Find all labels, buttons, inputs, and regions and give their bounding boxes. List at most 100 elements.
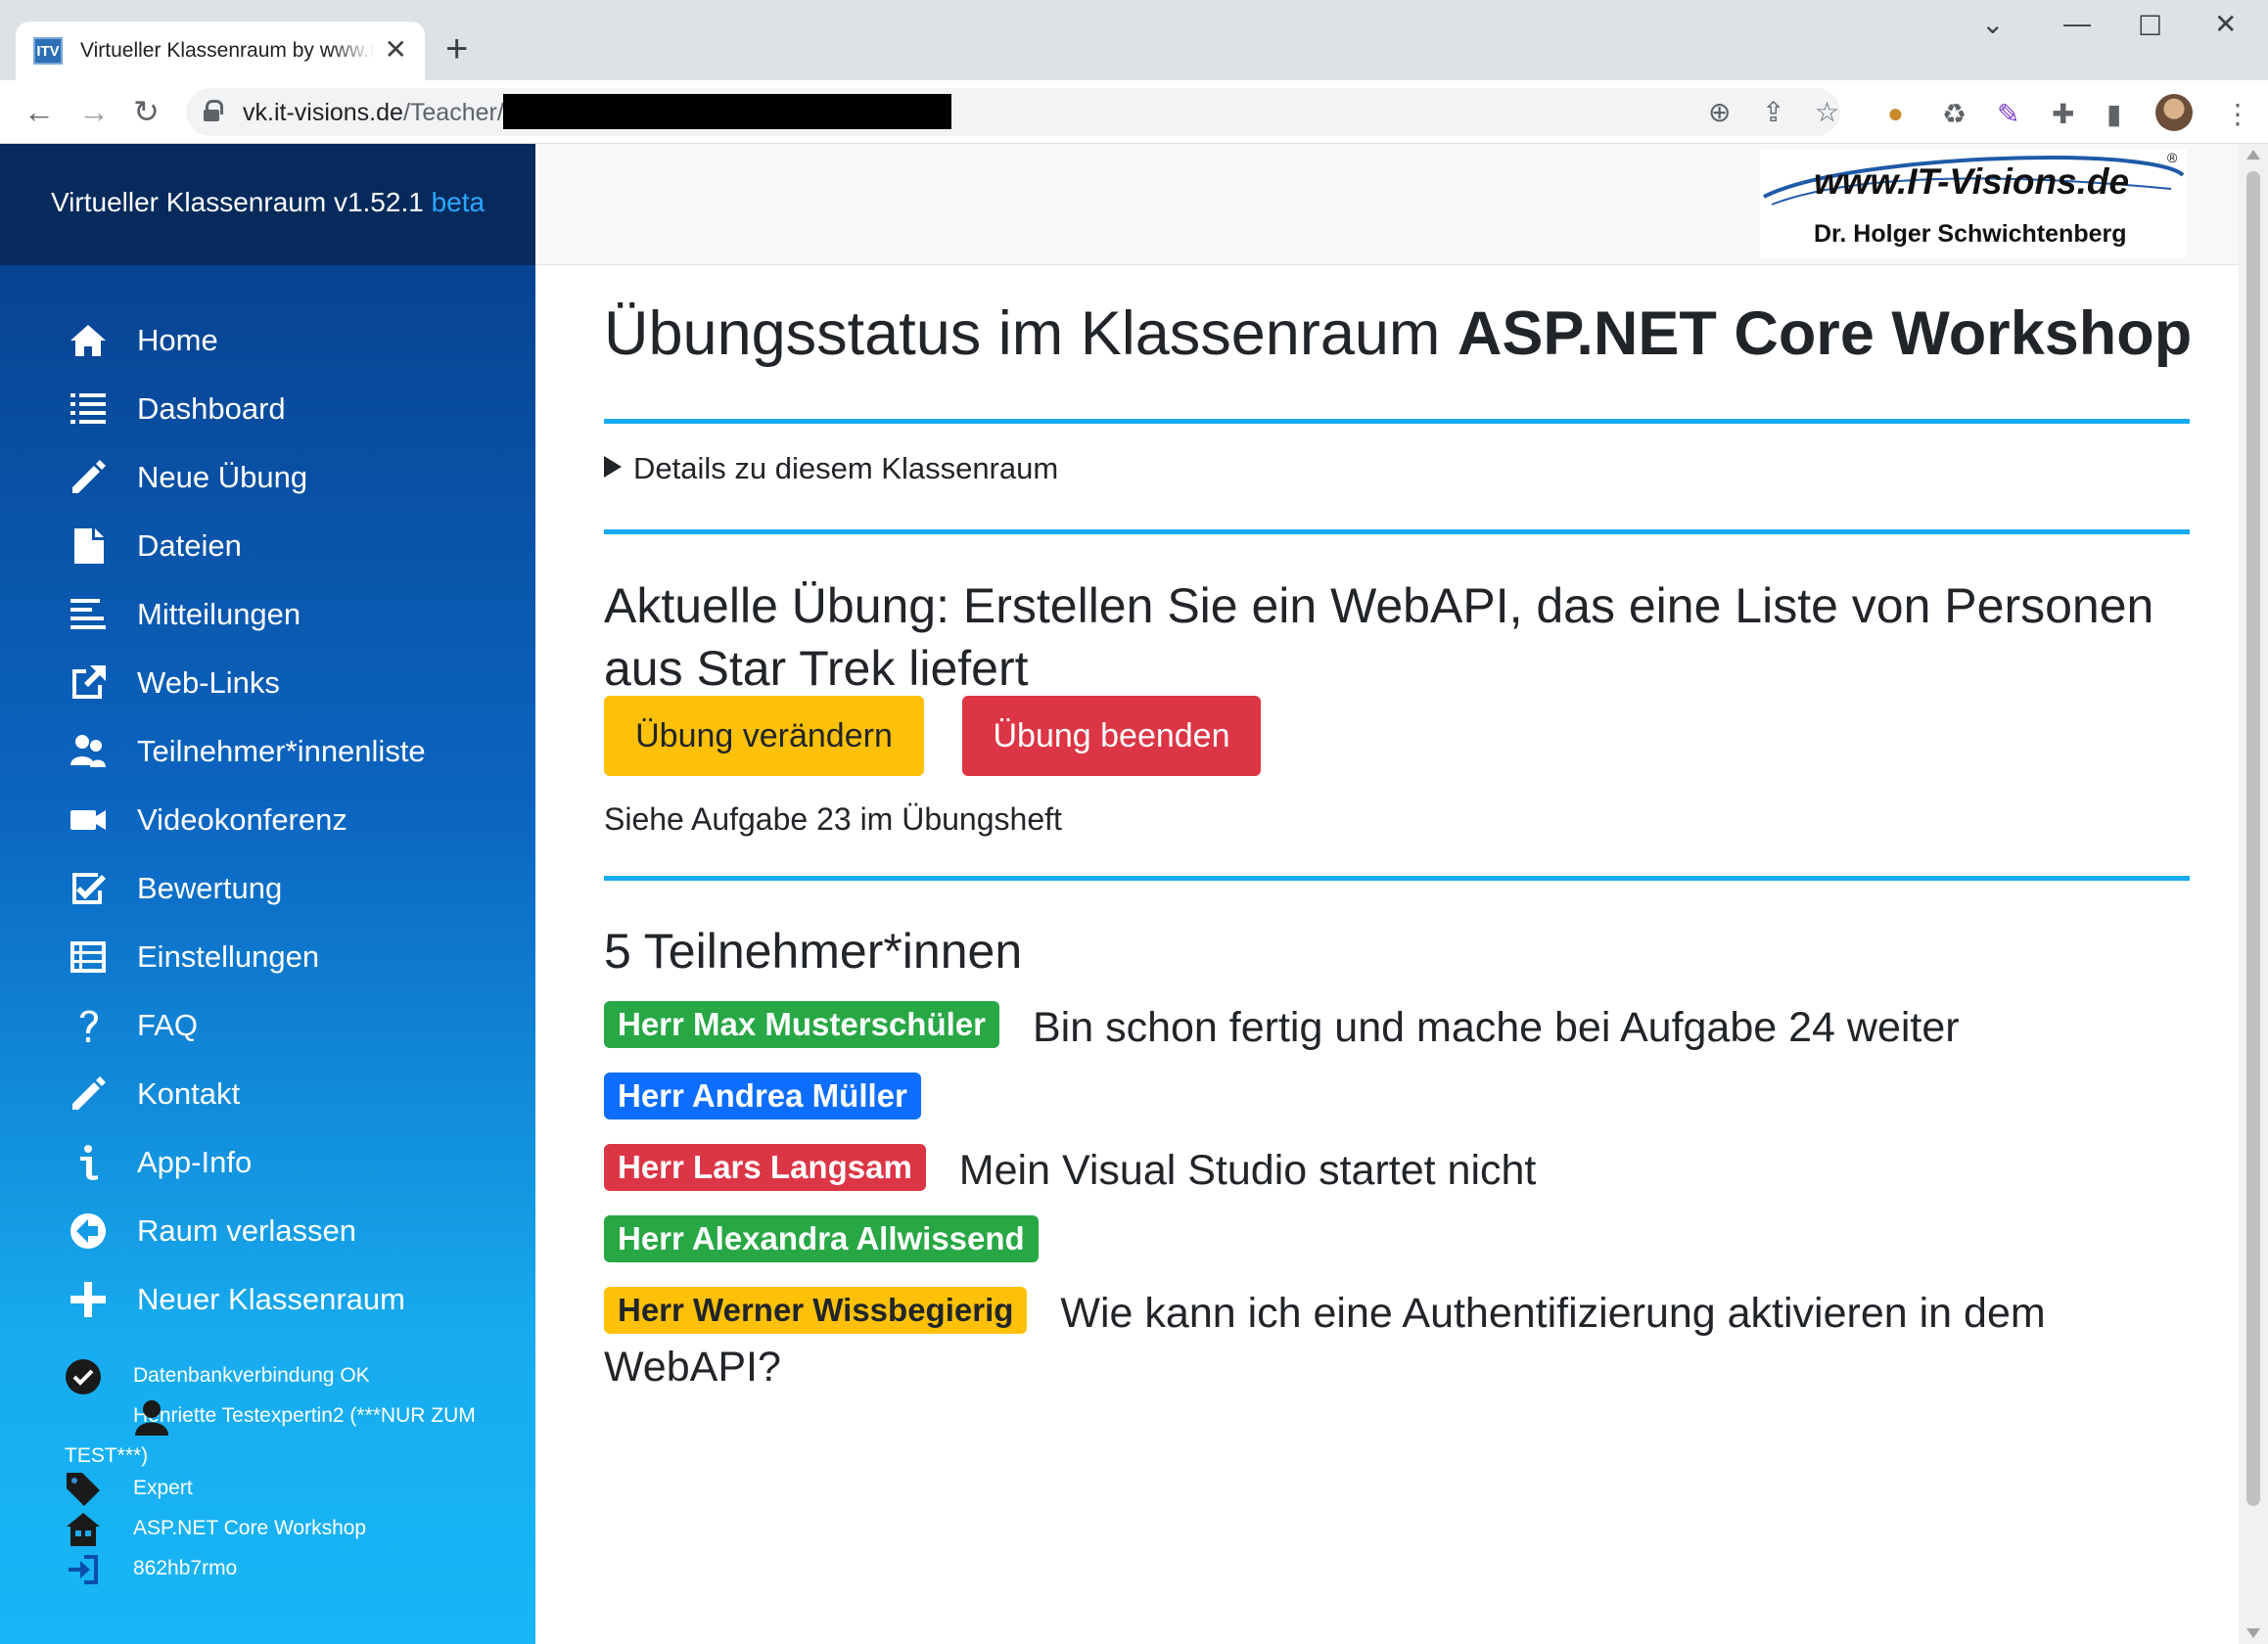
sidebar-item-new-room[interactable]: Neuer Klassenraum — [0, 1265, 535, 1334]
sidebar-item-weblinks[interactable]: Web-Links — [0, 649, 535, 717]
pencil-icon — [67, 1073, 110, 1116]
participant-message: Bin schon fertig und mache bei Aufgabe 2… — [1032, 1004, 1960, 1051]
sidebar-nav: Home Dashboard Neue Übung Dateien Mittei… — [0, 306, 535, 1334]
sidebar-item-rating[interactable]: Bewertung — [0, 854, 535, 923]
participant-message: Mein Visual Studio startet nicht — [958, 1147, 1537, 1194]
side-panel-icon[interactable]: ▮ — [2106, 98, 2121, 130]
plus-icon — [67, 1278, 110, 1321]
sidebar-header: Virtueller Klassenraum v1.52.1 beta — [0, 144, 535, 265]
exercise-hint: Siehe Aufgabe 23 im Übungsheft — [604, 801, 1062, 837]
brand-beta: beta — [431, 187, 486, 217]
logo-registered-mark: ® — [2167, 150, 2178, 165]
external-link-icon — [67, 662, 110, 705]
profile-avatar[interactable] — [2155, 94, 2193, 131]
sidebar-item-contact[interactable]: Kontakt — [0, 1060, 535, 1128]
sidebar-item-label: Einstellungen — [137, 939, 320, 974]
scroll-down-arrow-icon[interactable] — [2246, 1628, 2260, 1638]
back-arrow-icon[interactable]: ← — [23, 94, 55, 129]
tab-close-icon[interactable]: ✕ — [385, 33, 407, 66]
lock-icon — [204, 100, 223, 121]
sidebar-item-app-info[interactable]: App-Info — [0, 1128, 535, 1197]
maximize-icon[interactable]: ☐ — [2138, 10, 2162, 42]
sidebar-item-label: FAQ — [137, 1008, 199, 1042]
recycle-extension-icon[interactable]: ♻ — [1942, 98, 1967, 130]
page-scrollbar[interactable] — [2239, 144, 2268, 1644]
status-room-text: ASP.NET Core Workshop — [133, 1517, 367, 1539]
room-details-toggle[interactable]: Details zu diesem Klassenraum — [604, 451, 1058, 486]
end-exercise-button[interactable]: Übung beenden — [962, 696, 1261, 776]
participant-badge: Herr Alexandra Allwissend — [604, 1215, 1039, 1262]
status-role: Expert — [65, 1468, 515, 1508]
arrow-left-circle-icon — [67, 1210, 110, 1253]
sidebar-item-label: Raum verlassen — [137, 1213, 356, 1248]
sidebar-item-participants[interactable]: Teilnehmer*innenliste — [0, 717, 535, 786]
participant-badge: Herr Andrea Müller — [604, 1073, 921, 1119]
eyedropper-extension-icon[interactable]: ✎ — [1997, 98, 2019, 130]
list-icon — [67, 388, 110, 431]
sidebar-item-settings[interactable]: Einstellungen — [0, 923, 535, 991]
sidebar-item-label: Bewertung — [137, 871, 283, 905]
table-list-icon — [67, 936, 110, 979]
sidebar-item-videoconference[interactable]: Videokonferenz — [0, 786, 535, 854]
sidebar-item-leave-room[interactable]: Raum verlassen — [0, 1197, 535, 1265]
app-brand[interactable]: Virtueller Klassenraum v1.52.1 beta — [51, 187, 485, 218]
sidebar-item-label: Dashboard — [137, 391, 286, 426]
scrollbar-thumb[interactable] — [2246, 171, 2260, 1506]
menu-dots-icon[interactable]: ⋮ — [2224, 98, 2251, 130]
bookmark-star-icon[interactable]: ☆ — [1815, 96, 1839, 128]
status-db-text: Datenbankverbindung OK — [133, 1364, 370, 1387]
sidebar-item-faq[interactable]: FAQ — [0, 991, 535, 1060]
checkbox-icon — [67, 867, 110, 910]
content-topbar: www.IT-Visions.de ® Dr. Holger Schwichte… — [535, 144, 2239, 265]
sidebar-item-label: Kontakt — [137, 1076, 241, 1111]
browser-tab[interactable]: ITV Virtueller Klassenraum by www.IT-Vis… — [16, 22, 425, 80]
scroll-up-arrow-icon[interactable] — [2246, 150, 2260, 160]
tab-search-icon[interactable]: ⌄ — [1981, 8, 2004, 40]
brand-title: Virtueller Klassenraum v1.52.1 — [51, 187, 424, 217]
sidebar-status: Datenbankverbindung OK Henriette Testexp… — [65, 1355, 515, 1588]
cookie-extension-icon[interactable]: ● — [1887, 98, 1904, 129]
house-icon — [65, 1511, 102, 1548]
reload-icon[interactable]: ↻ — [133, 94, 160, 129]
check-circle-icon — [65, 1358, 102, 1395]
zoom-icon[interactable]: ⊕ — [1708, 96, 1731, 128]
sidebar-item-files[interactable]: Dateien — [0, 512, 535, 580]
extensions-puzzle-icon[interactable]: ✚ — [2052, 98, 2074, 130]
sidebar-item-messages[interactable]: Mitteilungen — [0, 580, 535, 649]
sidebar-item-label: Mitteilungen — [137, 597, 301, 631]
status-role-text: Expert — [133, 1477, 193, 1499]
participant-row: Herr Andrea Müller — [604, 1073, 2151, 1126]
sidebar-item-dashboard[interactable]: Dashboard — [0, 375, 535, 443]
change-exercise-button[interactable]: Übung verändern — [604, 696, 924, 776]
info-icon — [67, 1141, 110, 1184]
participants-heading: 5 Teilnehmer*innen — [604, 924, 1023, 979]
participants-list: Herr Max Musterschüler Bin schon fertig u… — [604, 1001, 2151, 1412]
status-room: ASP.NET Core Workshop — [65, 1508, 515, 1548]
home-icon — [67, 319, 110, 362]
logo-sub-text: Dr. Holger Schwichtenberg — [1814, 220, 2127, 248]
page-title-prefix: Übungsstatus im Klassenraum — [604, 299, 1441, 368]
window-close-icon[interactable]: ✕ — [2214, 8, 2237, 40]
it-visions-logo[interactable]: www.IT-Visions.de ® Dr. Holger Schwichte… — [1760, 150, 2187, 257]
sidebar-item-new-exercise[interactable]: Neue Übung — [0, 443, 535, 512]
sign-in-icon — [65, 1551, 102, 1588]
sidebar-item-label: Home — [137, 323, 218, 357]
sidebar-item-label: App-Info — [137, 1145, 253, 1179]
forward-arrow-icon[interactable]: → — [78, 94, 110, 129]
divider — [604, 876, 2190, 881]
favicon-icon: ITV — [33, 37, 63, 65]
sidebar-item-label: Teilnehmer*innenliste — [137, 734, 426, 768]
main-content: www.IT-Visions.de ® Dr. Holger Schwichte… — [535, 144, 2239, 1644]
sidebar-item-home[interactable]: Home — [0, 306, 535, 375]
page-title: Übungsstatus im Klassenraum ASP.NET Core… — [604, 298, 2192, 369]
share-icon[interactable]: ⇪ — [1762, 96, 1784, 128]
participant-row: Herr Max Musterschüler Bin schon fertig u… — [604, 1001, 2151, 1055]
participant-row: Herr Alexandra Allwissend — [604, 1215, 2151, 1269]
sidebar-item-label: Dateien — [137, 528, 242, 563]
new-tab-button[interactable]: + — [445, 27, 468, 70]
web-page: Virtueller Klassenraum v1.52.1 beta Home… — [0, 144, 2268, 1644]
minimize-icon[interactable]: — — [2063, 8, 2091, 39]
participant-row: Herr Werner Wissbegierig Wie kann ich ein… — [604, 1287, 2151, 1394]
address-bar[interactable]: vk.it-visions.de/Teacher/c ⊕ ⇪ ☆ — [186, 88, 1840, 136]
status-db: Datenbankverbindung OK — [65, 1355, 515, 1395]
